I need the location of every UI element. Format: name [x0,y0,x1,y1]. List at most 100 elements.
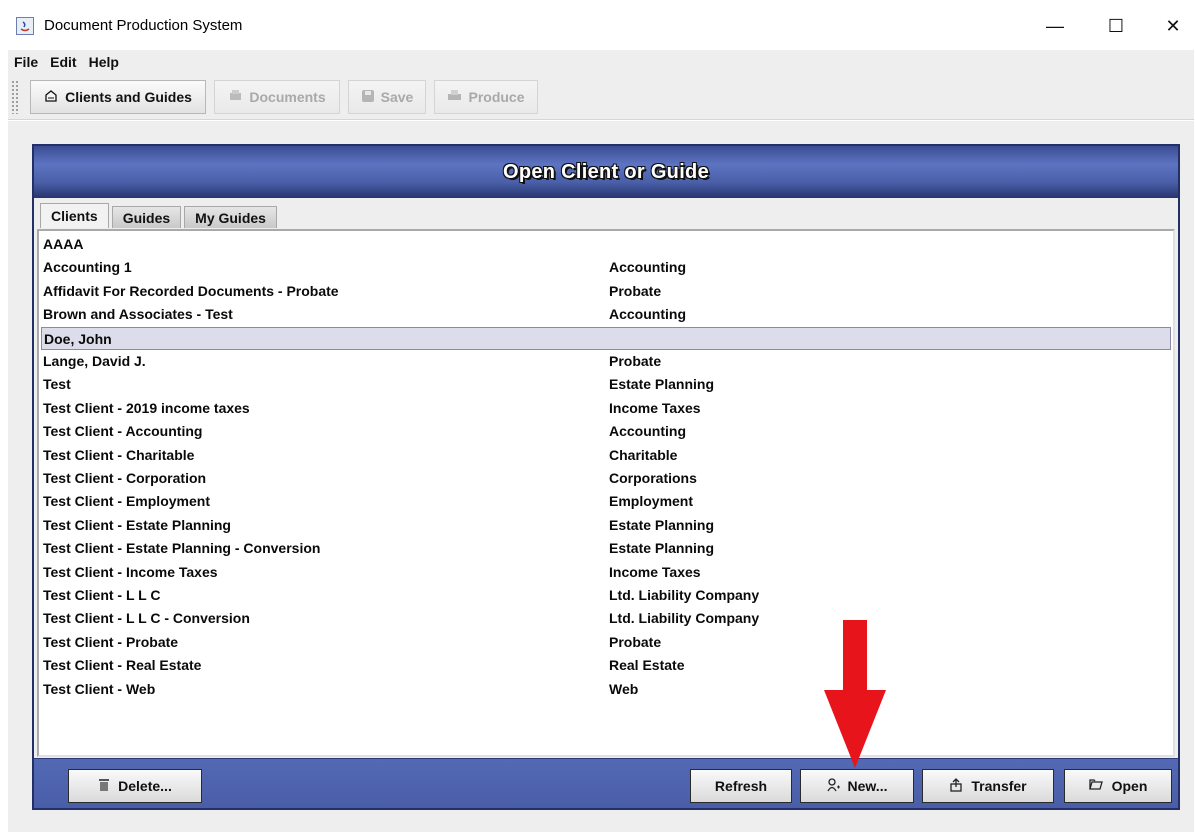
client-name: Test Client - Estate Planning - Conversi… [43,540,321,557]
delete-button[interactable]: Delete... [68,769,202,803]
transfer-label: Transfer [971,778,1027,794]
clients-and-guides-label: Clients and Guides [65,89,192,105]
list-item[interactable]: Test Client - 2019 income taxes Income Ta… [41,397,1171,420]
client-name: Test Client - Accounting [43,423,203,440]
save-button[interactable]: Save [348,80,426,114]
dialog-header: Open Client or Guide [34,146,1178,198]
menu-help[interactable]: Help [83,54,125,70]
client-name: Test Client - Probate [43,633,179,650]
minimize-icon: — [1046,15,1064,36]
client-category: Employment [609,493,694,510]
toolbar: Clients and Guides Documents Save Produc… [8,74,1194,120]
produce-label: Produce [468,89,525,105]
client-category: Corporations [609,470,697,486]
close-icon: ✕ [1165,15,1181,36]
trash-icon [98,778,110,795]
list-item[interactable]: Test Client - Employment Employment [41,490,1171,513]
list-item[interactable]: Test Client - Web Web [41,678,1171,701]
list-item[interactable]: Test Client - Accounting Accounting [41,420,1171,443]
client-category: Accounting [609,306,686,323]
client-category: Income Taxes [609,399,701,416]
list-item[interactable]: Test Client - Estate Planning Estate Plan… [41,514,1171,537]
list-item[interactable]: Affidavit For Recorded Documents - Proba… [41,280,1171,303]
client-category: Probate [609,353,662,369]
client-category: Probate [609,633,662,650]
client-name: AAAA [43,236,84,252]
list-item[interactable]: Test Client - Estate Planning - Conversi… [41,537,1171,560]
list-item[interactable]: Test Client - Probate Probate [41,631,1171,654]
list-item[interactable]: Test Client - Charitable Charitable [41,444,1171,467]
open-button[interactable]: Open [1064,769,1172,803]
client-name: Test [43,376,71,393]
new-user-icon [826,777,840,795]
close-button[interactable]: ✕ [1150,10,1196,42]
client-name: Test Client - L L C - Conversion [43,610,250,627]
transfer-button[interactable]: Transfer [922,769,1054,803]
clients-and-guides-button[interactable]: Clients and Guides [30,80,206,114]
client-category: Ltd. Liability Company [609,610,760,627]
window-title: Document Production System [44,17,243,34]
documents-icon [228,89,243,105]
delete-label: Delete... [118,778,172,794]
menu-file[interactable]: File [8,54,44,70]
list-item[interactable]: Brown and Associates - Test Accounting [41,303,1171,326]
new-button[interactable]: New... [800,769,914,803]
client-category: Charitable [609,446,678,463]
documents-label: Documents [249,89,326,105]
tab-guides[interactable]: Guides [111,206,182,228]
client-category: Estate Planning [609,376,715,393]
save-icon [361,89,375,106]
list-item[interactable]: AAAA [41,233,1171,256]
client-category: Estate Planning [609,540,715,557]
client-category: Accounting [609,259,686,276]
printer-icon [447,89,462,106]
open-label: Open [1111,778,1148,794]
documents-button[interactable]: Documents [214,80,340,114]
client-name: Test Client - Web [43,680,156,697]
refresh-label: Refresh [714,778,768,794]
tab-clients[interactable]: Clients [40,203,109,228]
client-name: Test Client - Corporation [43,470,207,486]
client-name: Brown and Associates - Test [43,306,233,323]
transfer-icon [949,777,963,795]
client-category: Accounting [609,423,686,440]
toolbar-grip-handle[interactable] [11,80,19,114]
open-client-dialog: Open Client or Guide Clients Guides My G… [32,144,1180,810]
client-name: Lange, David J. [43,353,146,369]
open-folder-icon [1088,778,1104,794]
red-arrow-annotation [824,620,886,768]
dialog-footer: Delete... Refresh New... Transfer Open [34,758,1178,808]
menu-edit[interactable]: Edit [44,54,82,70]
minimize-button[interactable]: — [1032,10,1078,42]
client-category: Real Estate [609,657,685,674]
list-item[interactable]: Lange, David J. Probate [41,350,1171,373]
list-item[interactable]: Doe, John [41,326,1171,350]
client-category: Ltd. Liability Company [609,587,760,603]
list-item[interactable]: Accounting 1 Accounting [41,256,1171,279]
refresh-button[interactable]: Refresh [690,769,792,803]
client-category: Probate [609,282,662,299]
client-name: Affidavit For Recorded Documents - Proba… [43,282,339,299]
list-item[interactable]: Test Client - L L C - Conversion Ltd. Lia… [41,607,1171,630]
maximize-button[interactable]: ☐ [1093,10,1139,42]
client-name: Test Client - Employment [43,493,210,510]
client-name: Test Client - 2019 income taxes [43,399,250,416]
dialog-title: Open Client or Guide [502,160,709,183]
client-name: Test Client - Estate Planning [43,516,231,533]
list-item[interactable]: Test Client - Corporation Corporations [41,467,1171,490]
client-name: Test Client - Charitable [43,446,195,463]
tab-my-guides[interactable]: My Guides [184,206,277,228]
save-label: Save [380,89,414,105]
maximize-icon: ☐ [1107,15,1125,36]
client-list[interactable]: AAAA Accounting 1 Accounting Affidavit For … [37,229,1175,757]
client-category: Web [609,680,639,697]
list-item[interactable]: Test Client - L L C Ltd. Liability Compan… [41,584,1171,607]
list-item[interactable]: Test Client - Real Estate Real Estate [41,654,1171,677]
list-item[interactable]: Test Estate Planning [41,373,1171,396]
java-app-icon [16,17,34,35]
produce-button[interactable]: Produce [434,80,538,114]
list-item[interactable]: Test Client - Income Taxes Income Taxes [41,561,1171,584]
new-label: New... [847,778,888,794]
client-name: Test Client - Real Estate [43,657,202,674]
clients-guides-icon [44,89,59,106]
